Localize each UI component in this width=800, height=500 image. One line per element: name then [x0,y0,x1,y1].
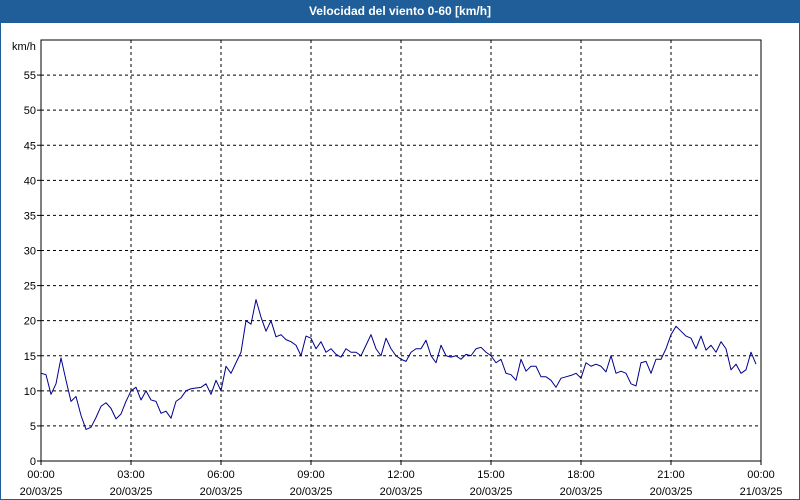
x-tick-date-label: 20/03/25 [380,486,423,498]
x-tick-date-label: 20/03/25 [560,486,603,498]
y-tick-label: 5 [30,421,36,433]
x-tick-date-label: 20/03/25 [290,486,333,498]
y-tick-label: 45 [24,140,36,152]
y-tick-label: 50 [24,105,36,117]
wind-speed-line [40,299,757,430]
series-group [40,299,757,430]
x-tick-date-label: 20/03/25 [200,486,243,498]
y-axis-label: km/h [12,41,36,53]
x-tick-date-label: 20/03/25 [20,486,63,498]
x-tick-time-label: 03:00 [117,469,145,481]
y-tick-label: 55 [24,70,36,82]
y-tick-label: 0 [30,456,36,468]
y-tick-label: 30 [24,246,36,258]
x-tick-time-label: 12:00 [387,469,415,481]
y-tick-label: 10 [24,386,36,398]
x-tick-date-label: 20/03/25 [650,486,693,498]
y-tick-label: 40 [24,175,36,187]
x-tick-time-label: 00:00 [27,469,55,481]
x-tick-date-label: 20/03/25 [470,486,513,498]
x-tick-time-label: 15:00 [477,469,505,481]
grid-lines [41,40,761,461]
x-tick-date-label: 20/03/25 [110,486,153,498]
y-tick-label: 20 [24,316,36,328]
y-tick-label: 25 [24,281,36,293]
x-tick-time-label: 09:00 [297,469,325,481]
x-tick-time-label: 18:00 [567,469,595,481]
y-axis: 0 5 10 15 20 25 30 35 40 45 50 55 [24,70,41,468]
x-axis: 00:00 20/03/25 03:00 20/03/25 06:00 20/03/25 0… [20,461,783,498]
x-tick-time-label: 21:00 [657,469,685,481]
x-tick-time-label: 06:00 [207,469,235,481]
wind-speed-chart: 0 5 10 15 20 25 30 35 40 45 50 55 00:00 20/03/25 03:0… [12,39,783,498]
x-tick-date-label: 21/03/25 [740,486,783,498]
y-tick-label: 15 [24,351,36,363]
y-tick-label: 35 [24,210,36,222]
x-tick-time-label: 00:00 [747,469,775,481]
